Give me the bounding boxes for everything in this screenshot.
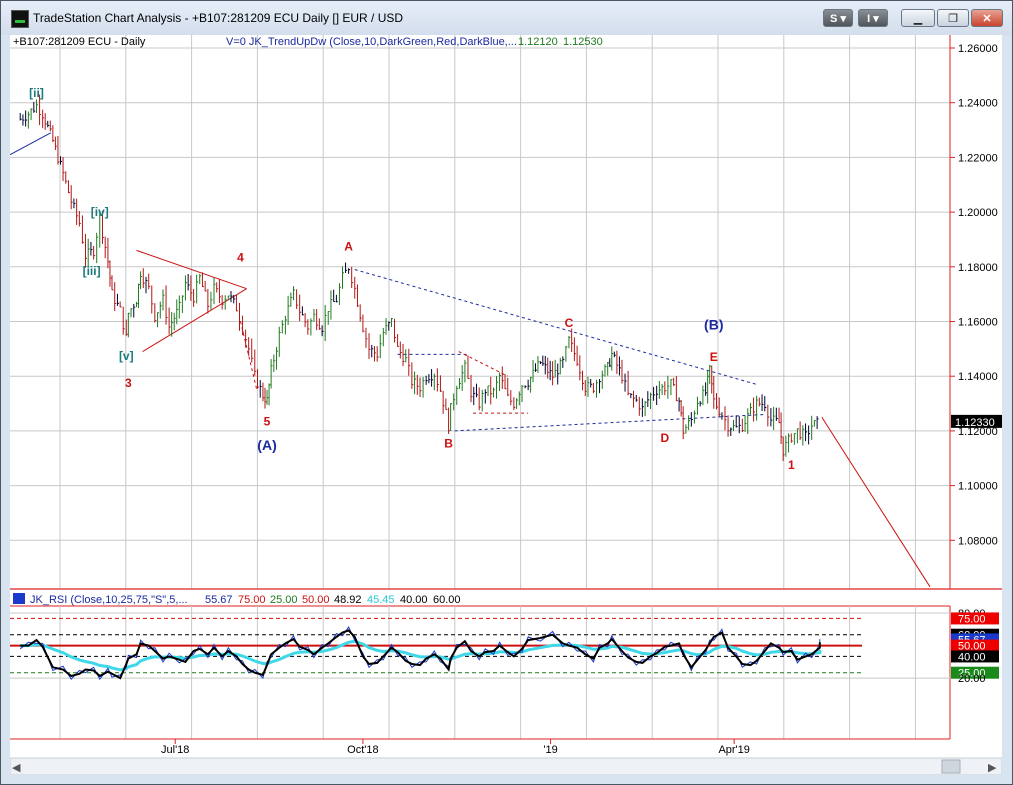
wave-label: (B) [704, 317, 723, 333]
window-title: TradeStation Chart Analysis - +B107:2812… [33, 11, 404, 25]
wave-label: B [444, 436, 453, 450]
price-tick-label: 1.08000 [958, 535, 998, 547]
trendline [354, 269, 757, 385]
rsi-icon [13, 593, 25, 604]
rsi-levels [10, 612, 950, 679]
insert-menu-label: I [867, 13, 871, 25]
title-bar[interactable]: TradeStation Chart Analysis - +B107:2812… [1, 1, 1012, 35]
wave-label: 3 [125, 376, 132, 390]
symbol-label: +B107:281209 ECU - Daily [13, 36, 146, 48]
price-tick-label: 1.10000 [958, 481, 998, 493]
rsi-value-2: 75.00 [238, 594, 266, 606]
trendline [821, 416, 931, 588]
wave-label: [iv] [91, 205, 109, 219]
restore-icon: ❐ [948, 13, 958, 25]
rsi-tick-label: 20.00 [958, 673, 986, 685]
minimize-icon: ▁ [913, 13, 923, 25]
chevron-down-icon: ▾ [873, 13, 879, 25]
rsi-tick-label: 75.00 [958, 613, 986, 625]
rsi-value-5: 48.92 [334, 594, 362, 606]
rsi-value-8: 60.00 [433, 594, 461, 606]
price-tick-label: 1.24000 [958, 98, 998, 110]
rsi-value-3: 25.00 [270, 594, 298, 606]
price-axis[interactable]: 1.26000 1.24000 1.22000 1.20000 1.18000 1.160… [950, 43, 998, 547]
scroll-left-icon: ◀ [12, 762, 21, 774]
chart-svg[interactable]: 1.26000 1.24000 1.22000 1.20000 1.18000 1.160… [10, 35, 1002, 775]
trendlines [10, 132, 931, 588]
horizontal-scrollbar[interactable]: ◀ ▶ [10, 757, 1002, 775]
styles-menu-button[interactable]: S ▾ [823, 9, 853, 27]
rsi-label: JK_RSI (Close,10,25,75,"S",5,... [30, 594, 188, 606]
wave-label: D [660, 431, 669, 445]
price-tick-label: 1.18000 [958, 262, 998, 274]
rsi-value-4: 50.00 [302, 594, 330, 606]
wave-label: [v] [119, 349, 134, 363]
trendline [10, 132, 52, 156]
wave-label: C [565, 316, 574, 330]
minimize-button[interactable]: ▁ [901, 9, 935, 27]
time-tick-label: '19 [543, 744, 557, 756]
chart-window: TradeStation Chart Analysis - +B107:2812… [0, 0, 1013, 785]
wave-label: (A) [257, 437, 276, 453]
rsi-value-1: 55.67 [205, 594, 233, 606]
rsi-value-6: 45.45 [367, 594, 395, 606]
price-tick-label: 1.26000 [958, 43, 998, 55]
grid [10, 35, 950, 589]
wave-annotations: [ii] [iv] [iii] [v] 3 4 5 (A) A B C D (B) E 1 [29, 86, 795, 472]
scroll-right-icon: ▶ [988, 762, 997, 774]
wave-label: E [710, 350, 718, 364]
rsi-axis[interactable]: 80.0075.0060.0055.6750.0040.0025.0020.00 [951, 608, 999, 685]
time-tick-label: Apr'19 [718, 744, 749, 756]
wave-label: 1 [788, 458, 795, 472]
chevron-down-icon: ▾ [840, 13, 846, 25]
last-price-label: 1.12330 [955, 417, 995, 429]
maximize-button[interactable]: ❐ [937, 9, 969, 27]
rsi-tick-label: 40.00 [958, 651, 986, 663]
insert-menu-button[interactable]: I ▾ [858, 9, 888, 27]
time-axis[interactable]: Jul'18 Oct'18 '19 Apr'19 [161, 739, 750, 756]
styles-menu-label: S [830, 13, 838, 25]
wave-label: 4 [237, 250, 244, 264]
app-icon [11, 10, 29, 28]
price-tick-label: 1.20000 [958, 207, 998, 219]
price-tick-label: 1.14000 [958, 371, 998, 383]
scroll-thumb [941, 759, 961, 774]
wave-label: 5 [264, 414, 271, 428]
price-tick-label: 1.16000 [958, 317, 998, 329]
rsi-value-7: 40.00 [400, 594, 428, 606]
indicator-label: V=0 JK_TrendUpDw (Close,10,DarkGreen,Red… [226, 36, 517, 48]
wave-label: A [344, 239, 353, 253]
price-tick-label: 1.22000 [958, 152, 998, 164]
indicator-value-2: 1.12530 [563, 36, 603, 48]
close-icon: ✕ [982, 13, 992, 25]
trendline [458, 351, 508, 377]
last-price-tag: 1.12330 [951, 414, 1002, 429]
close-button[interactable]: ✕ [971, 9, 1003, 27]
indicator-value-1: 1.12120 [518, 36, 558, 48]
wave-label: [ii] [29, 86, 44, 100]
time-tick-label: Jul'18 [161, 744, 189, 756]
time-tick-label: Oct'18 [347, 744, 378, 756]
chart-area[interactable]: 1.26000 1.24000 1.22000 1.20000 1.18000 1.160… [10, 35, 1002, 775]
wave-label: [iii] [83, 264, 101, 278]
price-bars [19, 94, 819, 462]
